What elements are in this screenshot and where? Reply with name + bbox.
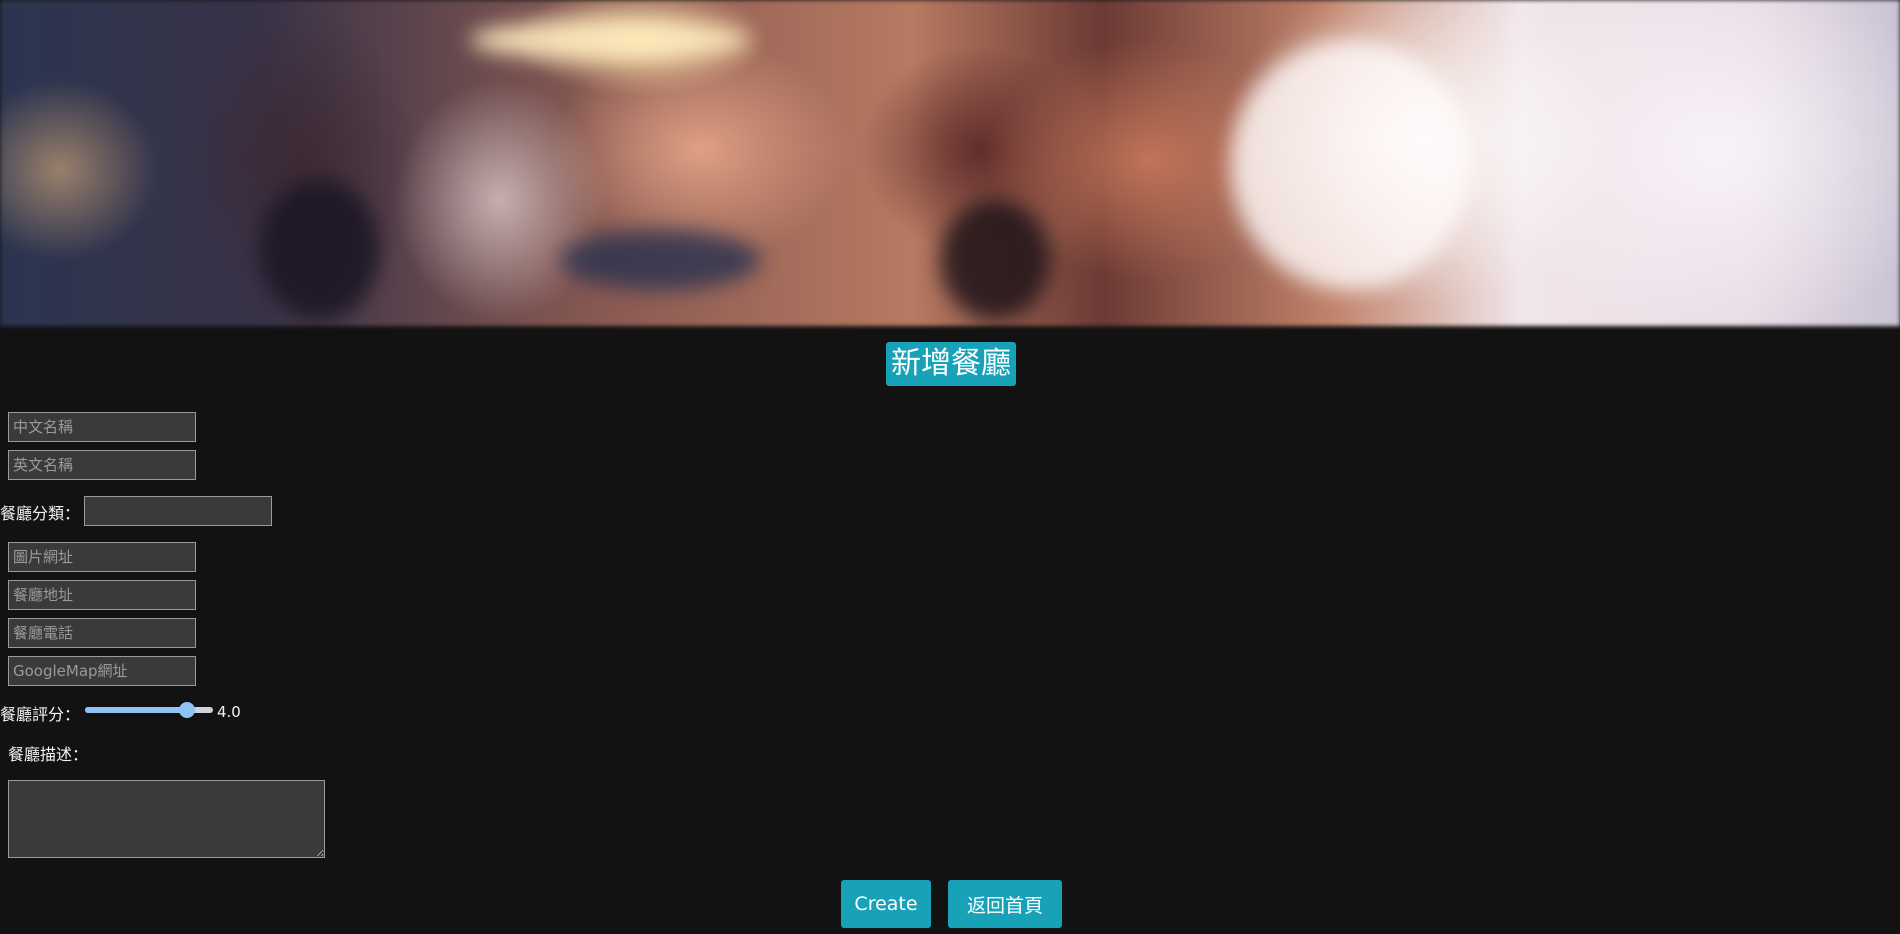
banner-table — [560, 230, 760, 290]
description-label: 餐廳描述： — [8, 745, 89, 764]
image-url-input[interactable] — [8, 542, 196, 572]
phone-input[interactable] — [8, 618, 196, 648]
banner-figure — [940, 200, 1050, 320]
banner-light — [470, 20, 750, 60]
hero-banner-image — [0, 0, 1900, 326]
rating-slider-thumb[interactable] — [179, 702, 195, 718]
name-input[interactable] — [8, 412, 196, 442]
description-textarea[interactable] — [8, 780, 325, 858]
rating-slider-fill — [85, 707, 187, 713]
category-label: 餐廳分類： — [0, 504, 81, 523]
name-en-input[interactable] — [8, 450, 196, 480]
category-input[interactable] — [84, 496, 272, 526]
banner-figure — [260, 180, 380, 320]
rating-slider[interactable] — [85, 702, 213, 718]
page-title-wrap: 新增餐廳 — [0, 342, 1900, 386]
banner-window — [1230, 40, 1470, 290]
create-button[interactable]: Create — [841, 880, 931, 928]
location-input[interactable] — [8, 580, 196, 610]
page-title: 新增餐廳 — [886, 342, 1016, 386]
google-map-input[interactable] — [8, 656, 196, 686]
back-home-button[interactable]: 返回首頁 — [948, 880, 1062, 928]
rating-label: 餐廳評分： — [0, 705, 81, 724]
rating-value: 4.0 — [217, 703, 241, 721]
